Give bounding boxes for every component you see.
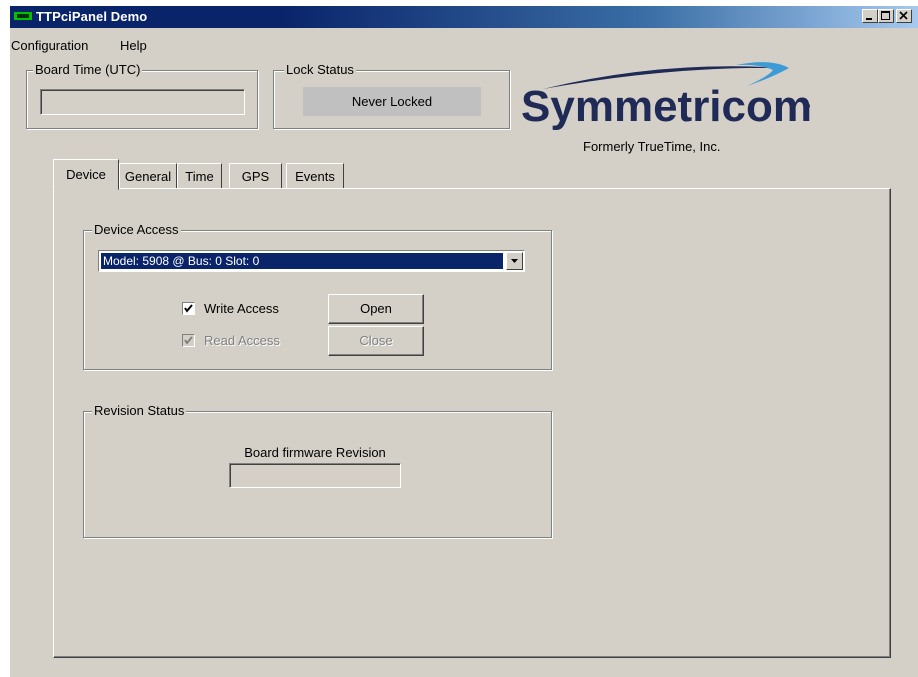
- menu-help[interactable]: Help: [120, 38, 147, 53]
- minimize-button[interactable]: [862, 9, 878, 23]
- lock-status-group: Lock Status Never Locked: [273, 62, 510, 129]
- read-access-checkbox[interactable]: [182, 334, 195, 347]
- board-time-group: Board Time (UTC): [26, 62, 258, 129]
- maximize-button[interactable]: [878, 9, 894, 23]
- maximize-icon: [881, 11, 890, 20]
- open-button[interactable]: Open: [328, 294, 424, 324]
- close-window-button[interactable]: [896, 9, 912, 23]
- minimize-icon: [866, 18, 872, 20]
- checkmark-icon: [184, 304, 193, 313]
- lock-status-label: Lock Status: [284, 62, 356, 77]
- title-bar[interactable]: TTPciPanel Demo: [10, 6, 918, 28]
- revision-status-label: Revision Status: [92, 403, 187, 418]
- tab-general[interactable]: General: [119, 163, 177, 189]
- device-select-dropdown-button[interactable]: [506, 252, 523, 270]
- device-access-label: Device Access: [92, 222, 181, 237]
- logo-brand-text: Symmetricom: [521, 82, 812, 131]
- lock-status-value: Never Locked: [303, 87, 481, 116]
- app-icon: [14, 12, 32, 20]
- close-icon: [899, 11, 908, 20]
- main-window: TTPciPanel Demo Configuration Help Board…: [9, 5, 918, 677]
- logo-tagline: Formerly TrueTime, Inc.: [583, 139, 721, 154]
- window-title: TTPciPanel Demo: [36, 9, 148, 24]
- firmware-revision-field: [229, 463, 401, 488]
- tab-events[interactable]: Events: [286, 163, 344, 189]
- board-time-label: Board Time (UTC): [33, 62, 143, 77]
- menu-configuration[interactable]: Configuration: [11, 38, 88, 53]
- write-access-checkbox[interactable]: [182, 302, 195, 315]
- tab-time[interactable]: Time: [177, 163, 222, 189]
- menu-bar: Configuration Help: [10, 28, 918, 53]
- firmware-revision-label: Board firmware Revision: [244, 445, 386, 460]
- device-select[interactable]: Model: 5908 @ Bus: 0 Slot: 0: [98, 250, 525, 272]
- read-access-label: Read Access: [204, 333, 280, 348]
- checkmark-icon: [184, 336, 193, 345]
- board-time-field: [40, 89, 245, 115]
- tab-device[interactable]: Device: [53, 159, 119, 190]
- close-button[interactable]: Close: [328, 326, 424, 356]
- symmetricom-logo: Symmetricom Formerly TrueTime, Inc.: [521, 56, 841, 156]
- device-select-value: Model: 5908 @ Bus: 0 Slot: 0: [101, 253, 503, 269]
- chevron-down-icon: [511, 259, 518, 263]
- write-access-label: Write Access: [204, 301, 279, 316]
- tab-gps[interactable]: GPS: [229, 163, 282, 189]
